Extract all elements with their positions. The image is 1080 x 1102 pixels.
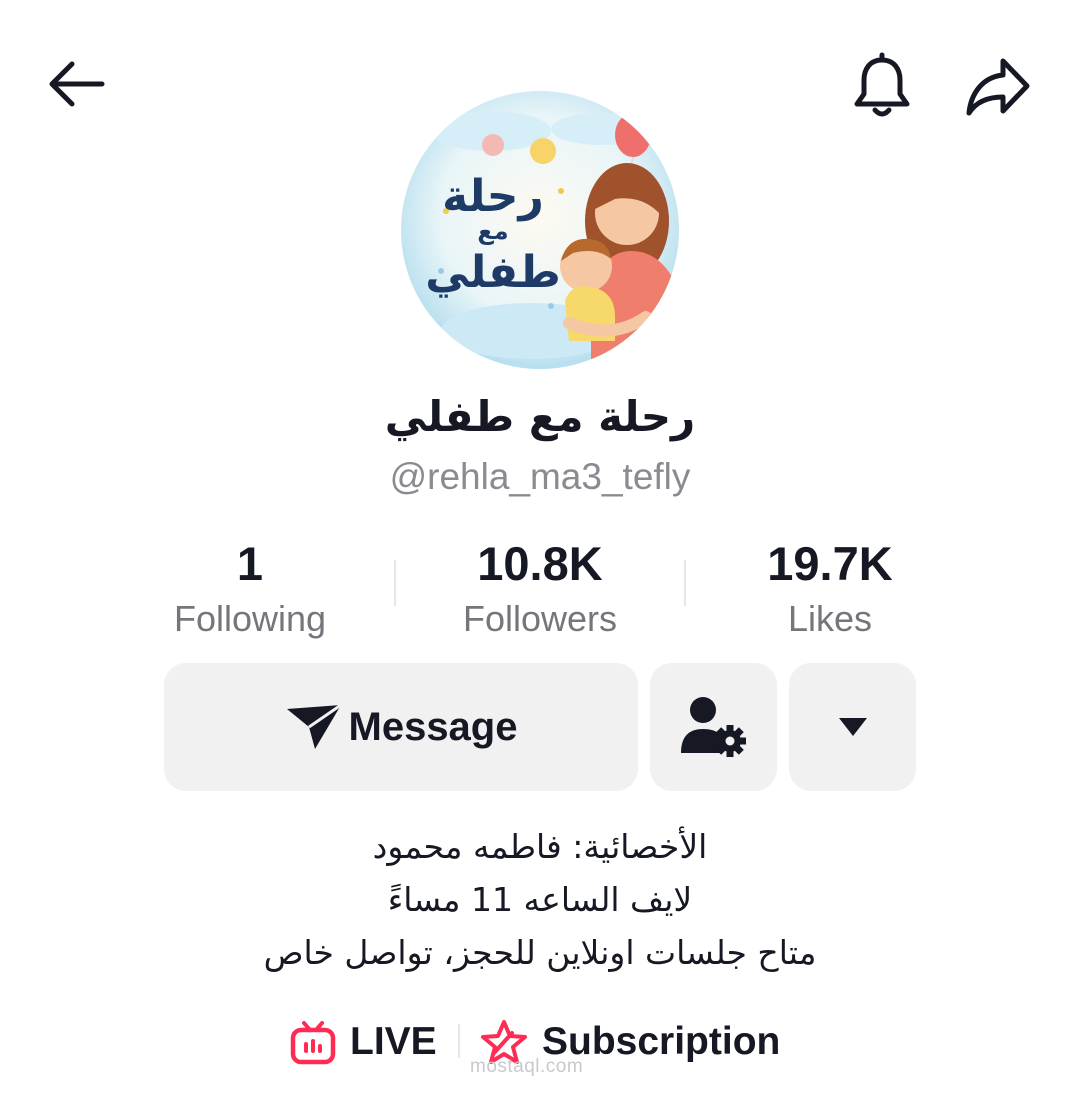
share-button[interactable]: [960, 50, 1036, 122]
stat-value: 19.7K: [767, 537, 893, 590]
avatar-text-line2: مع: [477, 217, 508, 245]
username: @rehla_ma3_tefly: [389, 456, 691, 497]
user-gear-icon: [680, 697, 746, 757]
paper-plane-icon: [286, 703, 342, 749]
live-link-label: LIVE: [350, 1020, 437, 1063]
stat-value: 1: [236, 537, 264, 590]
display-name: رحلة مع طفلي: [384, 392, 696, 441]
notifications-button[interactable]: [848, 50, 916, 122]
stat-divider: [394, 560, 396, 606]
avatar-text-line1: رحلة: [442, 171, 544, 222]
avatar-illustration: رحلة مع طفلي: [401, 91, 679, 369]
bio-line: متاح جلسات اونلاين للحجز، تواصل خاص: [263, 933, 817, 972]
message-button-label: Message: [348, 704, 518, 749]
link-divider: [458, 1024, 460, 1058]
live-link[interactable]: LIVE: [290, 1010, 437, 1074]
stat-label: Following: [173, 598, 327, 639]
stat-likes: 19.7K Likes: [685, 535, 975, 645]
more-options-button[interactable]: [789, 663, 916, 791]
stat-divider: [684, 560, 686, 606]
profile-bio: الأخصائية: فاطمه محمود لايف الساعه 11 مس…: [0, 820, 1080, 979]
friend-settings-button[interactable]: [650, 663, 777, 791]
avatar-text-line3: طفلي: [425, 247, 561, 298]
caret-down-icon: [838, 718, 867, 736]
profile-stats: 1 Following 10.8K Followers 19.7K Likes: [105, 535, 975, 645]
stat-label: Followers: [462, 598, 618, 639]
bell-icon: [854, 52, 910, 117]
share-arrow-icon: [966, 58, 1030, 116]
stat-followers[interactable]: 10.8K Followers: [395, 535, 685, 645]
profile-avatar[interactable]: رحلة مع طفلي: [401, 91, 679, 369]
back-button[interactable]: [38, 52, 110, 116]
bio-line: لايف الساعه 11 مساءً: [387, 880, 693, 919]
arrow-left-icon: [49, 61, 105, 107]
stat-value: 10.8K: [477, 537, 603, 590]
message-button[interactable]: Message: [164, 663, 638, 791]
stat-label: Likes: [787, 598, 873, 639]
tv-icon: [290, 1021, 336, 1065]
stat-following[interactable]: 1 Following: [105, 535, 395, 645]
bio-line: الأخصائية: فاطمه محمود: [372, 827, 708, 866]
watermark: mostaql.com: [470, 1056, 584, 1077]
